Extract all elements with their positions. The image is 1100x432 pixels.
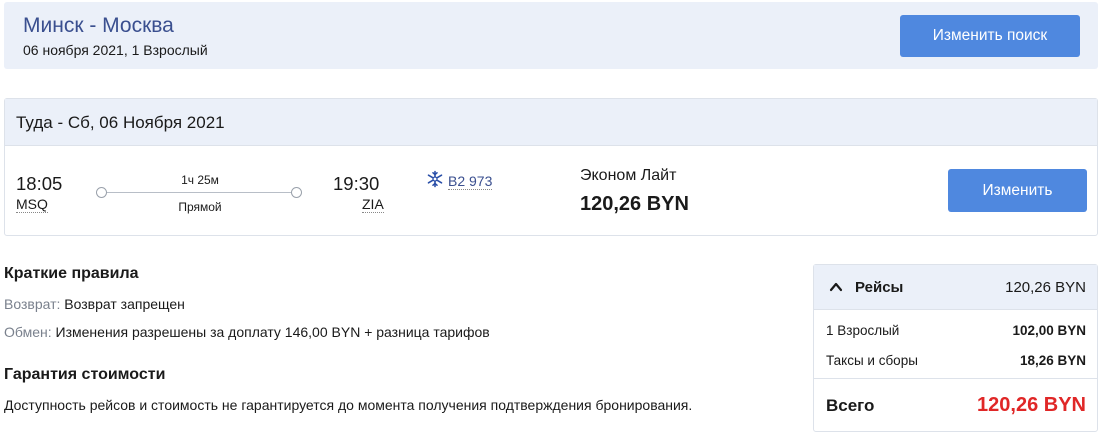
search-subtitle: 06 ноября 2021, 1 Взрослый — [23, 42, 208, 58]
refund-label: Возврат: — [4, 296, 61, 312]
departure-time: 18:05 — [16, 173, 63, 194]
exchange-label: Обмен: — [4, 324, 52, 340]
price-divider — [814, 378, 1097, 379]
flight-card: Туда - Сб, 06 Ноября 2021 18:05 MSQ 1ч 2… — [4, 98, 1098, 236]
flight-duration: 1ч 25м — [181, 173, 219, 187]
taxes-label: Таксы и сборы — [826, 353, 918, 368]
guarantee-text: Доступность рейсов и стоимость не гарант… — [4, 397, 693, 413]
guarantee-title: Гарантия стоимости — [4, 366, 166, 383]
arrival-time: 19:30 — [333, 173, 380, 194]
route-title: Минск - Москва — [23, 14, 174, 37]
fare-name: Эконом Лайт — [580, 167, 677, 184]
flights-label: Рейсы — [855, 279, 904, 296]
total-label: Всего — [826, 396, 875, 415]
adult-fare-value: 102,00 BYN — [1012, 323, 1086, 338]
stops-label: Прямой — [178, 200, 222, 214]
flights-total: 120,26 BYN — [1005, 279, 1086, 296]
route-line — [103, 192, 297, 193]
adult-fare-label: 1 Взрослый — [826, 323, 900, 338]
flight-number-link[interactable]: B2 973 — [448, 174, 493, 190]
departure-airport[interactable]: MSQ — [16, 197, 48, 213]
total-price: 120,26 BYN — [977, 394, 1086, 416]
route-start-dot — [96, 187, 107, 198]
change-flight-button[interactable]: Изменить — [948, 169, 1087, 212]
search-summary-header: Минск - Москва 06 ноября 2021, 1 Взрослы… — [4, 2, 1098, 69]
rules-title: Краткие правила — [4, 265, 139, 282]
route-end-dot — [291, 187, 302, 198]
fare-price: 120,26 BYN — [580, 193, 689, 215]
price-summary: Рейсы 120,26 BYN 1 Взрослый 102,00 BYN Т… — [813, 264, 1098, 432]
refund-text: Возврат запрещен — [64, 296, 185, 312]
exchange-rule: Обмен: Изменения разрешены за доплату 14… — [4, 324, 490, 340]
chevron-up-icon[interactable] — [829, 281, 843, 293]
direction-title: Туда - Сб, 06 Ноября 2021 — [16, 113, 225, 132]
price-summary-header[interactable]: Рейсы 120,26 BYN — [814, 265, 1097, 310]
airline-snowflake-icon — [427, 170, 443, 188]
arrival-airport[interactable]: ZIA — [362, 197, 384, 213]
exchange-text: Изменения разрешены за доплату 146,00 BY… — [55, 324, 490, 340]
flight-card-header: Туда - Сб, 06 Ноября 2021 — [5, 99, 1097, 146]
taxes-value: 18,26 BYN — [1019, 353, 1086, 368]
refund-rule: Возврат: Возврат запрещен — [4, 296, 185, 312]
change-search-button[interactable]: Изменить поиск — [900, 15, 1080, 57]
